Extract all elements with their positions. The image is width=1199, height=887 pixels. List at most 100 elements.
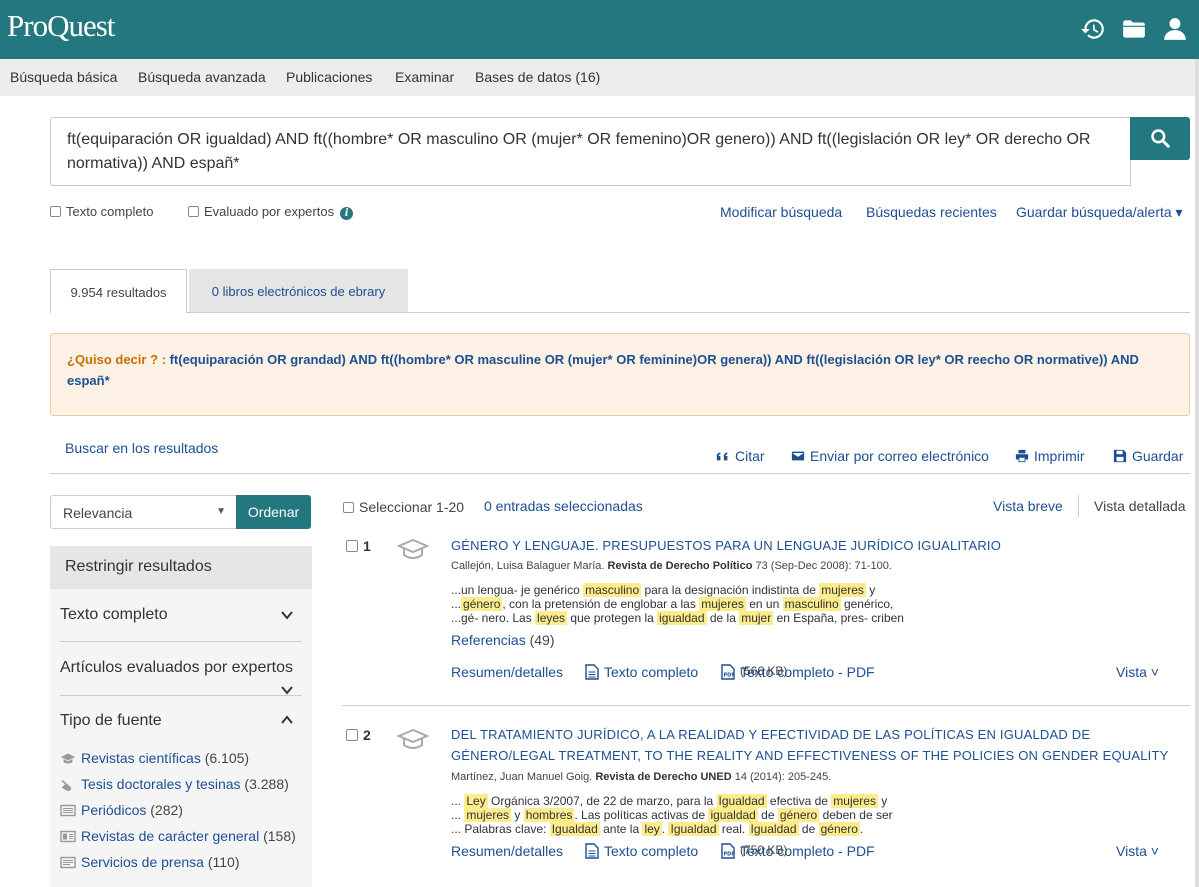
fulltext-filter[interactable]: Texto completo (50, 204, 153, 219)
info-icon[interactable]: i (340, 207, 354, 220)
print-button[interactable]: Imprimir (1015, 448, 1085, 464)
search-input[interactable]: ft(equiparación OR igualdad) AND ft((hom… (50, 117, 1131, 186)
search-icon (1151, 129, 1170, 148)
peer-reviewed-filter[interactable]: Evaluado por expertos i (188, 204, 354, 220)
result-checkbox[interactable] (346, 729, 358, 741)
scrollbar[interactable] (1195, 59, 1199, 887)
source-type-wire[interactable]: Servicios de prensa (110) (60, 854, 240, 870)
facet-peer-reviewed[interactable]: Artículos evaluados por expertos (60, 659, 293, 677)
did-you-mean-label: ¿Quiso decir ? : (67, 352, 166, 367)
references-label: Referencias (451, 632, 526, 648)
tab-divider (187, 312, 1190, 313)
detailed-view-label: Vista detallada (1094, 498, 1186, 514)
save-search-alert-link[interactable]: Guardar búsqueda/alerta ▾ (1016, 204, 1183, 221)
document-icon (585, 664, 599, 680)
brief-view-link[interactable]: Vista breve (993, 498, 1063, 514)
nav-basic-search[interactable]: Búsqueda básica (10, 69, 117, 85)
fulltext-filter-label: Texto completo (66, 204, 154, 219)
result-citation: Martínez, Juan Manuel Goig. Revista de D… (451, 771, 831, 783)
result-title[interactable]: DEL TRATAMIENTO JURÍDICO, A LA REALIDAD … (451, 724, 1191, 766)
pdf-size: (566 KB) (740, 664, 788, 678)
result-snippet: ...un lengua- je genérico masculino para… (451, 583, 1011, 625)
caret-down-icon: ▼ (216, 506, 226, 517)
tab-results[interactable]: 9.954 resultados (50, 269, 187, 313)
references-link[interactable]: Referencias (49) (451, 632, 555, 648)
fulltext-link[interactable]: Texto completo (585, 843, 698, 859)
search-within-results-link[interactable]: Buscar en los resultados (65, 440, 218, 456)
tab-ebooks[interactable]: 0 libros electrónicos de ebrary (189, 269, 408, 313)
result-number: 1 (363, 538, 371, 554)
facet-fulltext[interactable]: Texto completo (60, 606, 168, 624)
select-all-label: Seleccionar 1-20 (359, 499, 465, 515)
sort-button[interactable]: Ordenar (236, 495, 311, 529)
result-checkbox[interactable] (346, 540, 358, 552)
snippet-line: ... género, con la pretensión de englobar… (451, 597, 894, 611)
nav-publications[interactable]: Publicaciones (286, 69, 372, 85)
user-icon[interactable] (1162, 16, 1188, 42)
source-type-count: (282) (150, 802, 183, 818)
cite-label: Citar (735, 448, 765, 464)
cite-button[interactable]: Citar (716, 448, 765, 464)
abstract-details-link[interactable]: Resumen/detalles (451, 843, 563, 859)
refine-header: Restringir resultados (50, 546, 312, 589)
result-snippet: ... Ley Orgánica 3/2007, de 22 de marzo,… (451, 794, 1011, 836)
result-divider (342, 705, 1190, 706)
newspaper-icon (60, 804, 76, 817)
fulltext-link[interactable]: Texto completo (585, 664, 698, 680)
pdf-size: (750 KB) (740, 843, 788, 857)
document-icon (585, 843, 599, 859)
email-button[interactable]: Enviar por correo electrónico (791, 448, 989, 464)
top-bar: ProQuest (0, 0, 1199, 59)
source-type-count: (158) (263, 828, 296, 844)
view-dropdown[interactable]: Vista ˅ (1116, 664, 1159, 680)
result-title[interactable]: GÉNERO Y LENGUAJE. PRESUPUESTOS PARA UN … (451, 535, 1191, 556)
source-type-count: (3.288) (244, 776, 289, 792)
select-all[interactable]: Seleccionar 1-20 (343, 499, 464, 515)
scholarly-journal-icon (396, 537, 430, 561)
fulltext-pdf-link[interactable]: PDF Texto completo - PDF (566 KB) (721, 664, 875, 680)
select-all-checkbox[interactable] (343, 502, 354, 513)
modify-search-link[interactable]: Modificar búsqueda (720, 204, 842, 220)
proquest-logo[interactable]: ProQuest (7, 8, 115, 44)
result-details: 73 (Sep-Dec 2008): 71-100. (755, 560, 892, 572)
did-you-mean-box: ¿Quiso decir ? : ft(equiparación OR gran… (50, 333, 1190, 416)
search-button[interactable] (1130, 117, 1190, 160)
source-type-label: Servicios de prensa (81, 854, 204, 870)
source-type-newspapers[interactable]: Periódicos (282) (60, 802, 183, 818)
peer-reviewed-checkbox[interactable] (188, 206, 199, 217)
fulltext-checkbox[interactable] (50, 206, 61, 217)
nav-browse[interactable]: Examinar (395, 69, 454, 85)
floppy-disk-icon (1113, 449, 1127, 463)
save-button[interactable]: Guardar (1113, 448, 1183, 464)
result-details: 14 (2014): 205-245. (734, 771, 832, 783)
result-authors: Martínez, Juan Manuel Goig. (451, 771, 593, 783)
printer-icon (1015, 449, 1029, 463)
snippet-line: ...un lengua- je genérico masculino para… (451, 583, 876, 597)
folder-icon[interactable] (1121, 16, 1147, 42)
did-you-mean-suggestion[interactable]: ft(equiparación OR grandad) AND ft((homb… (67, 352, 1139, 388)
recent-searches-link[interactable]: Búsquedas recientes (866, 204, 997, 220)
chevron-up-icon[interactable] (280, 713, 294, 727)
source-type-thesis[interactable]: Tesis doctorales y tesinas (3.288) (60, 776, 289, 792)
selected-items-link[interactable]: 0 entradas seleccionadas (484, 498, 643, 514)
wire-icon (60, 856, 76, 869)
abstract-details-link[interactable]: Resumen/detalles (451, 664, 563, 680)
scholarly-journal-icon (396, 727, 430, 751)
history-icon[interactable] (1080, 16, 1106, 42)
references-count: (49) (529, 632, 555, 648)
sort-select[interactable]: Relevancia ▼ (50, 495, 237, 529)
result-journal: Revista de Derecho Político (607, 560, 753, 572)
nav-databases[interactable]: Bases de datos (16) (475, 69, 600, 85)
source-type-label: Revistas de carácter general (81, 828, 260, 844)
result-number: 2 (363, 727, 371, 743)
result-citation: Callejón, Luisa Balaguer María. Revista … (451, 560, 892, 572)
refine-sidebar: Restringir resultados Texto completo Art… (50, 546, 312, 887)
fulltext-pdf-link[interactable]: PDF Texto completo - PDF (750 KB) (721, 843, 875, 859)
pdf-icon: PDF (721, 664, 735, 680)
view-dropdown[interactable]: Vista ˅ (1116, 843, 1159, 859)
source-type-scholarly[interactable]: Revistas científicas (6.105) (60, 750, 249, 766)
source-type-magazines[interactable]: Revistas de carácter general (158) (60, 828, 296, 844)
nav-advanced-search[interactable]: Búsqueda avanzada (138, 69, 266, 85)
facet-source-type[interactable]: Tipo de fuente (60, 712, 162, 730)
chevron-down-icon[interactable] (280, 608, 294, 622)
